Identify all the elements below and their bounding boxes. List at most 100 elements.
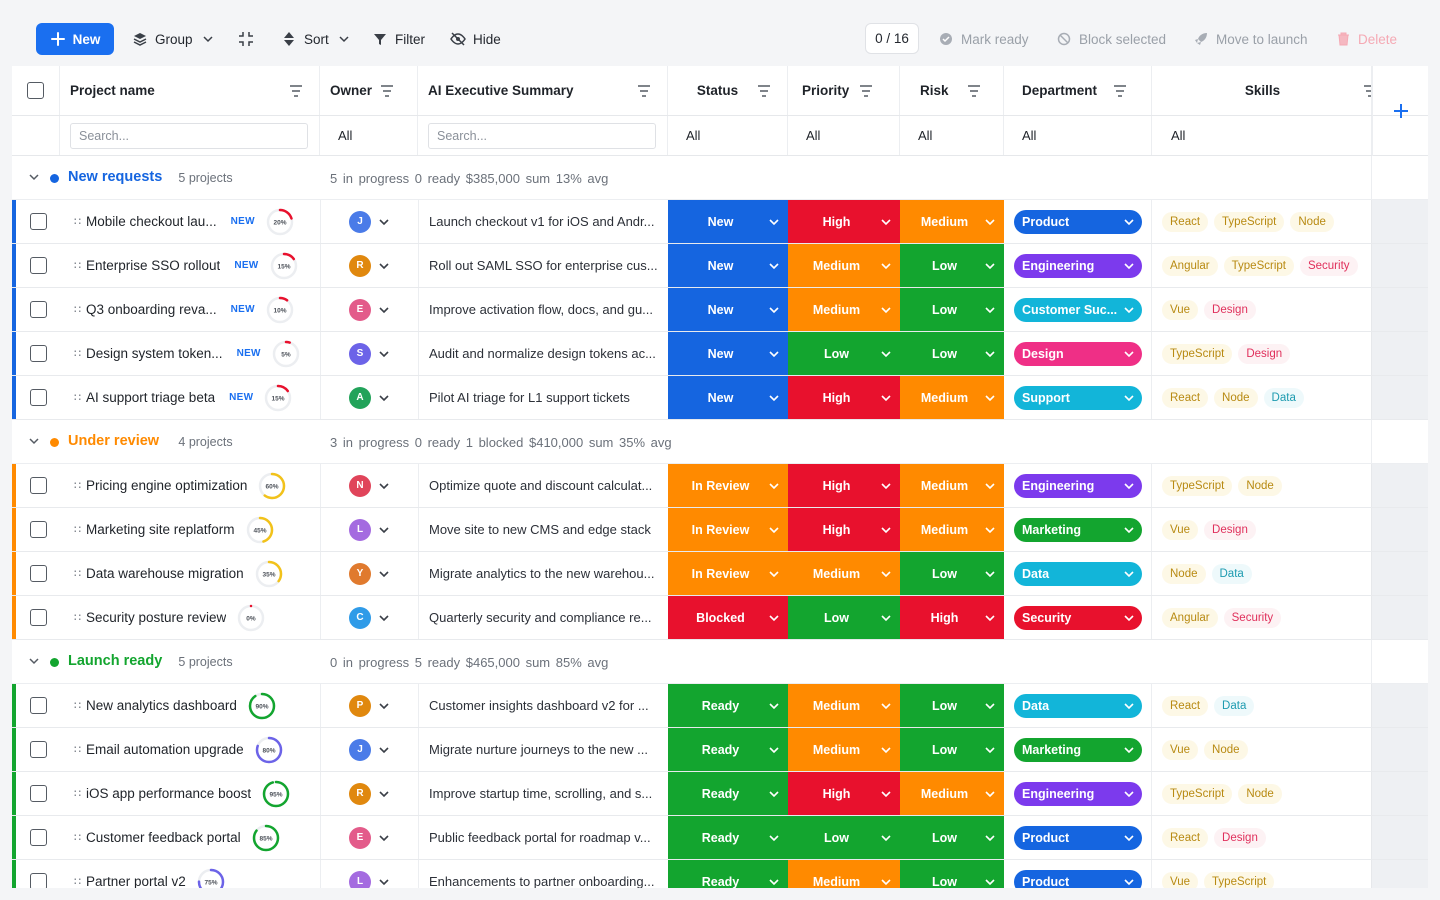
status-select[interactable]: Blocked	[668, 596, 788, 639]
move-to-launch-button[interactable]: Move to launch	[1193, 23, 1308, 55]
sort-button[interactable]: Sort	[281, 23, 352, 55]
risk-select[interactable]: Low	[900, 552, 1004, 595]
department-select[interactable]: Engineering	[1014, 473, 1142, 498]
skills-filter[interactable]: All	[1152, 116, 1372, 155]
drag-handle-icon[interactable]: ∷	[74, 259, 81, 272]
department-select[interactable]: Engineering	[1014, 253, 1142, 278]
owner-cell[interactable]: Y	[320, 552, 418, 595]
drag-handle-icon[interactable]: ∷	[74, 215, 81, 228]
project-name-cell[interactable]: ∷ Design system token... NEW 5%	[60, 332, 320, 375]
chevron-down-icon[interactable]	[28, 171, 40, 183]
row-checkbox[interactable]	[29, 873, 47, 888]
department-select[interactable]: Customer Suc...	[1014, 297, 1142, 322]
status-select[interactable]: Ready	[668, 816, 788, 859]
priority-filter[interactable]: All	[788, 116, 900, 155]
drag-handle-icon[interactable]: ∷	[74, 303, 81, 316]
chevron-down-icon[interactable]	[28, 435, 40, 447]
summary-cell[interactable]: Enhancements to partner onboarding...	[418, 860, 668, 888]
risk-select[interactable]: Low	[900, 684, 1004, 727]
drag-handle-icon[interactable]: ∷	[74, 523, 81, 536]
group-button[interactable]: Group	[132, 23, 216, 55]
skills-cell[interactable]: TypeScript Node	[1152, 772, 1371, 815]
table-row[interactable]: ∷ Email automation upgrade 80% J Migrate nur…	[12, 728, 1428, 772]
skills-cell[interactable]: Angular TypeScript Security	[1152, 244, 1371, 287]
col-priority[interactable]: Priority	[788, 66, 900, 115]
project-name-cell[interactable]: ∷ Customer feedback portal 85%	[60, 816, 320, 859]
row-checkbox[interactable]	[29, 565, 47, 582]
department-select[interactable]: Product	[1014, 209, 1142, 234]
status-select[interactable]: Ready	[668, 772, 788, 815]
risk-select[interactable]: Medium	[900, 376, 1004, 419]
column-filter-icon[interactable]	[967, 84, 981, 97]
row-checkbox[interactable]	[29, 741, 47, 758]
summary-cell[interactable]: Launch checkout v1 for iOS and Andr...	[418, 200, 668, 243]
status-select[interactable]: New	[668, 244, 788, 287]
risk-select[interactable]: Medium	[900, 200, 1004, 243]
row-checkbox[interactable]	[29, 785, 47, 802]
delete-button[interactable]: Delete	[1335, 23, 1397, 55]
project-name-cell[interactable]: ∷ Q3 onboarding reva... NEW 10%	[60, 288, 320, 331]
table-row[interactable]: ∷ New analytics dashboard 90% P Customer ins…	[12, 684, 1428, 728]
department-select[interactable]: Data	[1014, 693, 1142, 718]
group-header[interactable]: Under review 4 projects 3 in progress 0 re…	[12, 420, 1428, 464]
table-row[interactable]: ∷ AI support triage beta NEW 15% A Pilot AI t…	[12, 376, 1428, 420]
risk-select[interactable]: Medium	[900, 464, 1004, 507]
table-row[interactable]: ∷ Partner portal v2 75% L Enhancements to pa…	[12, 860, 1428, 888]
add-column-button[interactable]	[1372, 66, 1428, 156]
summary-cell[interactable]: Optimize quote and discount calculat...	[418, 464, 668, 507]
mark-ready-button[interactable]: Mark ready	[938, 23, 1029, 55]
owner-cell[interactable]: E	[320, 288, 418, 331]
col-status[interactable]: Status	[668, 66, 788, 115]
department-select[interactable]: Marketing	[1014, 737, 1142, 762]
row-checkbox[interactable]	[29, 213, 47, 230]
priority-select[interactable]: Medium	[788, 684, 900, 727]
priority-select[interactable]: High	[788, 376, 900, 419]
table-row[interactable]: ∷ Pricing engine optimization 60% N Optimize…	[12, 464, 1428, 508]
row-checkbox[interactable]	[29, 345, 47, 362]
department-select[interactable]: Support	[1014, 385, 1142, 410]
column-filter-icon[interactable]	[1113, 84, 1127, 97]
skills-cell[interactable]: TypeScript Design	[1152, 332, 1371, 375]
col-risk[interactable]: Risk	[900, 66, 1004, 115]
skills-cell[interactable]: React Node Data	[1152, 376, 1371, 419]
drag-handle-icon[interactable]: ∷	[74, 347, 81, 360]
column-filter-icon[interactable]	[1363, 84, 1372, 97]
summary-cell[interactable]: Improve startup time, scrolling, and s..…	[418, 772, 668, 815]
drag-handle-icon[interactable]: ∷	[74, 479, 81, 492]
status-select[interactable]: New	[668, 376, 788, 419]
department-select[interactable]: Product	[1014, 869, 1142, 888]
row-checkbox[interactable]	[29, 609, 47, 626]
block-selected-button[interactable]: Block selected	[1056, 23, 1166, 55]
status-filter[interactable]: All	[668, 116, 788, 155]
owner-filter[interactable]: All	[320, 116, 418, 155]
risk-select[interactable]: Low	[900, 728, 1004, 771]
summary-cell[interactable]: Migrate nurture journeys to the new ...	[418, 728, 668, 771]
table-row[interactable]: ∷ Q3 onboarding reva... NEW 10% E Improve act…	[12, 288, 1428, 332]
drag-handle-icon[interactable]: ∷	[74, 391, 81, 404]
project-name-cell[interactable]: ∷ Email automation upgrade 80%	[60, 728, 320, 771]
skills-cell[interactable]: TypeScript Node	[1152, 464, 1371, 507]
col-owner[interactable]: Owner	[320, 66, 418, 115]
priority-select[interactable]: Low	[788, 332, 900, 375]
row-checkbox[interactable]	[29, 477, 47, 494]
department-select[interactable]: Design	[1014, 341, 1142, 366]
skills-cell[interactable]: Node Data	[1152, 552, 1371, 595]
column-filter-icon[interactable]	[859, 84, 873, 97]
priority-select[interactable]: Medium	[788, 244, 900, 287]
project-name-cell[interactable]: ∷ AI support triage beta NEW 15%	[60, 376, 320, 419]
priority-select[interactable]: High	[788, 508, 900, 551]
owner-cell[interactable]: R	[320, 244, 418, 287]
owner-cell[interactable]: J	[320, 728, 418, 771]
hide-button[interactable]: Hide	[450, 23, 501, 55]
department-filter[interactable]: All	[1004, 116, 1152, 155]
drag-handle-icon[interactable]: ∷	[74, 831, 81, 844]
table-row[interactable]: ∷ iOS app performance boost 95% R Improve st…	[12, 772, 1428, 816]
owner-cell[interactable]: P	[320, 684, 418, 727]
risk-select[interactable]: Low	[900, 332, 1004, 375]
status-select[interactable]: Ready	[668, 860, 788, 888]
department-select[interactable]: Security	[1014, 605, 1142, 630]
table-row[interactable]: ∷ Enterprise SSO rollout NEW 15% R Roll out S…	[12, 244, 1428, 288]
col-project[interactable]: Project name	[60, 66, 320, 115]
owner-cell[interactable]: S	[320, 332, 418, 375]
owner-cell[interactable]: A	[320, 376, 418, 419]
